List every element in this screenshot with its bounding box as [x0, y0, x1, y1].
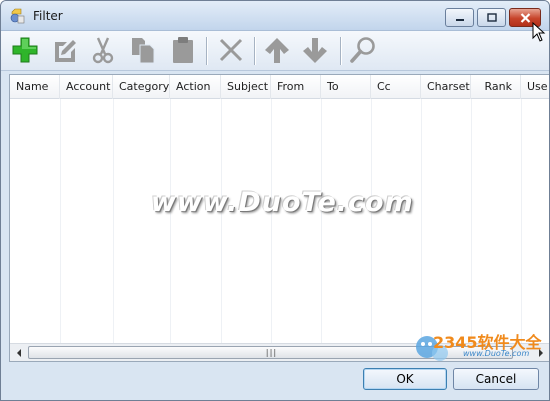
grid-line [221, 99, 222, 344]
column-header-subject[interactable]: Subject [221, 75, 271, 99]
add-icon [12, 37, 38, 63]
copy-button[interactable] [127, 34, 159, 66]
grid-line [321, 99, 322, 344]
column-header-charset[interactable]: Charset [421, 75, 471, 99]
grid-line [60, 99, 61, 344]
scroll-left-button[interactable] [10, 344, 27, 361]
grid-line [170, 99, 171, 344]
list-body[interactable] [10, 99, 549, 344]
title-bar[interactable]: Filter [1, 1, 549, 31]
app-icon [10, 8, 25, 24]
copy-icon [132, 38, 155, 64]
minimize-icon [455, 18, 464, 21]
column-header-action[interactable]: Action [170, 75, 221, 99]
cut-icon [92, 37, 114, 64]
paste-icon [173, 37, 193, 63]
arrow-up-icon [265, 38, 289, 63]
window-title: Filter [33, 9, 63, 23]
maximize-icon [486, 13, 497, 22]
ok-button[interactable]: OK [363, 368, 447, 390]
column-header-rank[interactable]: Rank [471, 75, 521, 99]
list-header: Name Account Category Action Subject Fro… [10, 75, 549, 99]
arrow-down-icon [303, 38, 327, 63]
filter-window: Filter Name Account Category Action Subj… [0, 0, 550, 401]
cut-button[interactable] [87, 34, 119, 66]
find-button[interactable] [347, 34, 379, 66]
edit-button[interactable] [49, 34, 81, 66]
toolbar-separator [340, 37, 341, 65]
delete-button[interactable] [215, 34, 247, 66]
grid-line [271, 99, 272, 344]
column-header-category[interactable]: Category [113, 75, 170, 99]
column-header-cc[interactable]: Cc [371, 75, 421, 99]
toolbar-separator [254, 37, 255, 65]
cancel-button[interactable]: Cancel [453, 368, 539, 390]
column-header-name[interactable]: Name [10, 75, 60, 99]
move-up-button[interactable] [261, 34, 293, 66]
edit-icon [55, 40, 76, 62]
scroll-left-icon [16, 348, 21, 357]
mouse-cursor-icon [532, 22, 546, 42]
column-header-account[interactable]: Account [60, 75, 113, 99]
search-icon [350, 37, 375, 63]
grip-icon: ||| [264, 347, 277, 357]
toolbar-separator [206, 37, 207, 65]
column-header-to[interactable]: To [321, 75, 371, 99]
toolbar [1, 31, 549, 71]
paste-button[interactable] [167, 34, 199, 66]
grid-line [371, 99, 372, 344]
grid-line [521, 99, 522, 344]
column-header-use[interactable]: Use [521, 75, 549, 99]
close-icon [520, 12, 530, 23]
grid-line [471, 99, 472, 344]
column-header-from[interactable]: From [271, 75, 321, 99]
add-button[interactable] [9, 34, 41, 66]
move-down-button[interactable] [299, 34, 331, 66]
maximize-button[interactable] [477, 8, 506, 27]
filter-list[interactable]: Name Account Category Action Subject Fro… [9, 74, 549, 362]
delete-icon [219, 38, 243, 62]
minimize-button[interactable] [445, 8, 474, 27]
watermark: www.DuoTe.com [151, 187, 414, 218]
grid-line [421, 99, 422, 344]
grid-line [113, 99, 114, 344]
site-logo-url: www.DuoTe.com [463, 349, 530, 358]
